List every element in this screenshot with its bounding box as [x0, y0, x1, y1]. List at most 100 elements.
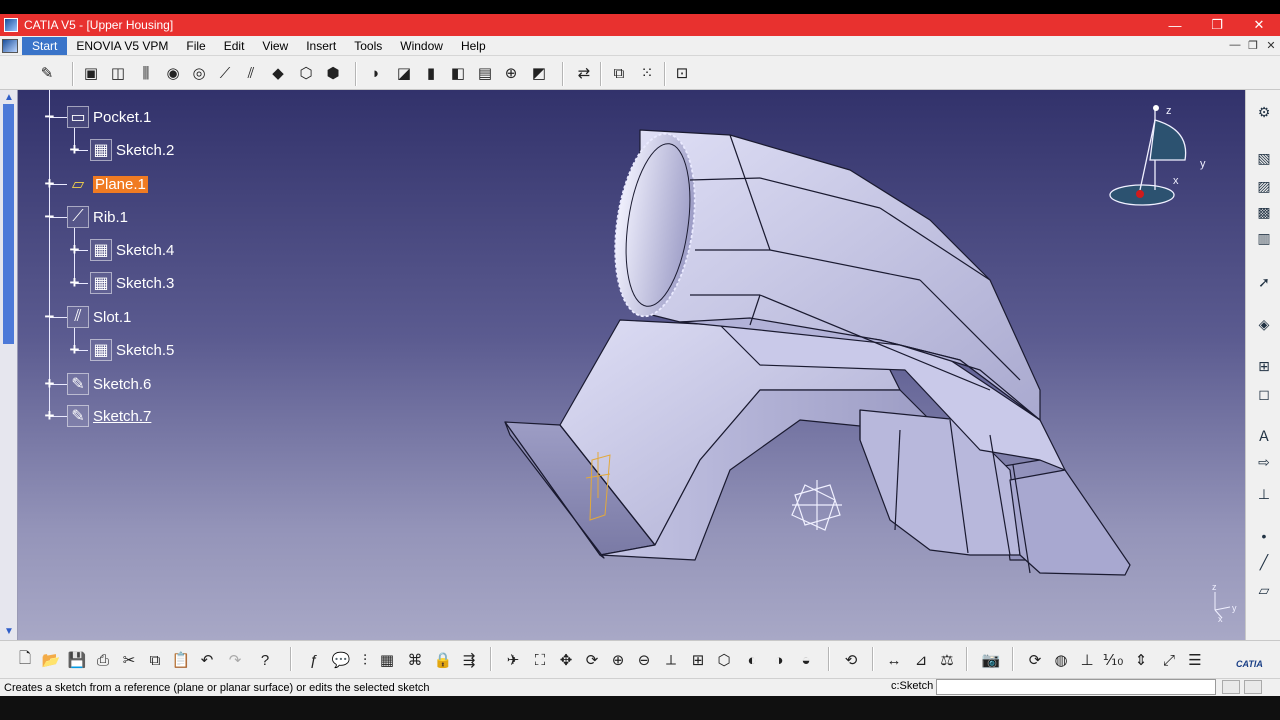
expand-sketch5-icon[interactable]: +	[68, 341, 81, 358]
sketch-tool-icon[interactable]: ✎	[36, 62, 58, 84]
split-icon[interactable]: ▧	[1254, 148, 1274, 168]
tree-node-slot1[interactable]: ⫽ Slot.1	[67, 306, 131, 328]
thickness-icon[interactable]: ▤	[474, 62, 496, 84]
groove-icon[interactable]: ◉	[162, 62, 184, 84]
zoom-in-icon[interactable]: ⊕	[607, 649, 629, 671]
remove-face-icon[interactable]: ◩	[528, 62, 550, 84]
axis-icon[interactable]: ⊥	[1076, 649, 1098, 671]
pattern-icon[interactable]: ⁙	[636, 62, 658, 84]
print-icon[interactable]: ⎙	[92, 649, 114, 671]
formula-icon[interactable]: ƒ	[303, 649, 325, 671]
tree-node-sketch3[interactable]: ▦ Sketch.3	[90, 272, 174, 294]
expand-sketch2-icon[interactable]: +	[68, 141, 81, 158]
measure-inertia-icon[interactable]: ⚖	[936, 649, 958, 671]
removed-loft-icon[interactable]: ⬢	[322, 62, 344, 84]
expand-plane1-icon[interactable]: +	[43, 175, 56, 192]
cycle-icon[interactable]: ⟳	[1024, 649, 1046, 671]
chamfer-icon[interactable]: ◪	[393, 62, 415, 84]
undo-icon[interactable]: ↶	[196, 649, 218, 671]
menu-insert[interactable]: Insert	[297, 37, 345, 55]
multi-view-icon[interactable]: ⊞	[687, 649, 709, 671]
catia-app-icon[interactable]	[4, 18, 18, 32]
loft-icon[interactable]: ⬡	[295, 62, 317, 84]
iso-view-icon[interactable]: ⬡	[713, 649, 735, 671]
scale-icon[interactable]: ⊡	[671, 62, 693, 84]
shell-icon[interactable]: ◧	[447, 62, 469, 84]
pan-icon[interactable]: ✥	[555, 649, 577, 671]
close-surface-icon[interactable]: ▩	[1254, 202, 1274, 222]
new-icon[interactable]: 🗋	[14, 649, 36, 671]
copy-icon[interactable]: ⧉	[144, 649, 166, 671]
stack-icon[interactable]: ☰	[1184, 649, 1206, 671]
plane-tool-icon[interactable]: ◻	[1254, 384, 1274, 404]
normal-view-icon[interactable]: ⟂	[660, 649, 682, 671]
collapse-slot1-icon[interactable]: −	[43, 308, 56, 325]
minimize-button[interactable]: —	[1154, 14, 1196, 36]
menu-start[interactable]: Start	[22, 36, 68, 55]
collapse-rib1-icon[interactable]: −	[43, 208, 56, 225]
swap-visible-icon[interactable]: ◒	[795, 649, 817, 671]
gear-icon[interactable]: ⚙	[1254, 102, 1274, 122]
parameters-icon[interactable]: ⇶	[458, 649, 480, 671]
tree-node-plane1[interactable]: ▱ Plane.1	[67, 173, 148, 195]
plane-create-icon[interactable]: ▱	[1254, 580, 1274, 600]
capture-icon[interactable]: 📷	[980, 649, 1002, 671]
tree-node-sketch2[interactable]: ▦ Sketch.2	[90, 139, 174, 161]
measure-item-icon[interactable]: ⊿	[910, 649, 932, 671]
open-icon[interactable]: 📂	[40, 649, 62, 671]
draft-icon[interactable]: ▮	[420, 62, 442, 84]
stiffener-icon[interactable]: ◆	[267, 62, 289, 84]
menu-file[interactable]: File	[177, 37, 214, 55]
paste-icon[interactable]: 📋	[170, 649, 192, 671]
menu-help[interactable]: Help	[452, 37, 495, 55]
close-button[interactable]: ✕	[1238, 14, 1280, 36]
shading-icon[interactable]: ◐	[741, 649, 763, 671]
mdi-restore-button[interactable]: ❐	[1244, 39, 1262, 52]
compass-snap-icon[interactable]: ⇕	[1130, 649, 1152, 671]
axis-system-icon[interactable]: ⊥	[1254, 484, 1274, 504]
menu-window[interactable]: Window	[391, 37, 452, 55]
update-icon[interactable]: ⟲	[840, 649, 862, 671]
redo-icon[interactable]: ↷	[224, 649, 246, 671]
tree-node-sketch4[interactable]: ▦ Sketch.4	[90, 239, 174, 261]
command-history-button[interactable]	[1222, 680, 1240, 694]
pad-icon[interactable]: ▣	[80, 62, 102, 84]
cut-icon[interactable]: ✂	[118, 649, 140, 671]
fit-all-icon[interactable]: ⛶	[529, 649, 551, 671]
measure-icon[interactable]: ⊞	[1254, 356, 1274, 376]
shaft-icon[interactable]: ⫼	[135, 62, 157, 84]
rotate-icon[interactable]: ⟳	[581, 649, 603, 671]
pocket-tool-icon[interactable]: ◫	[107, 62, 129, 84]
design-table-icon[interactable]: ▦	[376, 649, 398, 671]
expand-sketch4-icon[interactable]: +	[68, 241, 81, 258]
whats-this-icon[interactable]: ?	[254, 649, 276, 671]
menu-enovia[interactable]: ENOVIA V5 VPM	[67, 37, 177, 55]
law-icon[interactable]: ⫶	[354, 649, 376, 671]
tree-node-sketch5[interactable]: ▦ Sketch.5	[90, 339, 174, 361]
rib-tool-icon[interactable]: ⟋	[214, 62, 236, 84]
annotation-icon[interactable]: Ａ	[1254, 426, 1274, 446]
menu-view[interactable]: View	[253, 37, 297, 55]
mdi-minimize-button[interactable]: —	[1226, 39, 1244, 52]
menu-tools[interactable]: Tools	[345, 37, 391, 55]
menu-edit[interactable]: Edit	[215, 37, 254, 55]
hide-show-icon[interactable]: ◑	[768, 649, 790, 671]
tree-node-rib1[interactable]: ⟋ Rib.1	[67, 206, 128, 228]
transformation-icon[interactable]: ⇄	[573, 62, 595, 84]
maximize-button[interactable]: ❐	[1196, 14, 1238, 36]
fly-mode-icon[interactable]: ✈	[502, 649, 524, 671]
mdi-close-button[interactable]: ✕	[1262, 39, 1280, 52]
expand-sketch3-icon[interactable]: +	[68, 274, 81, 291]
tree-node-sketch7[interactable]: ✎ Sketch.7	[67, 405, 151, 427]
apply-material-icon[interactable]: ◈	[1254, 314, 1274, 334]
save-icon[interactable]: 💾	[66, 649, 88, 671]
dimension-icon[interactable]: ⤢	[1158, 649, 1180, 671]
command-input[interactable]	[936, 679, 1216, 695]
thick-surface-icon[interactable]: ▨	[1254, 176, 1274, 196]
scroll-down-icon[interactable]: ▼	[3, 626, 15, 638]
constraint-icon[interactable]: ⇨	[1254, 452, 1274, 472]
expand-sketch7-icon[interactable]: +	[43, 407, 56, 424]
thread-icon[interactable]: ⊕	[500, 62, 522, 84]
scroll-up-icon[interactable]: ▲	[3, 92, 15, 104]
measure-between-icon[interactable]: ↔	[883, 649, 905, 671]
